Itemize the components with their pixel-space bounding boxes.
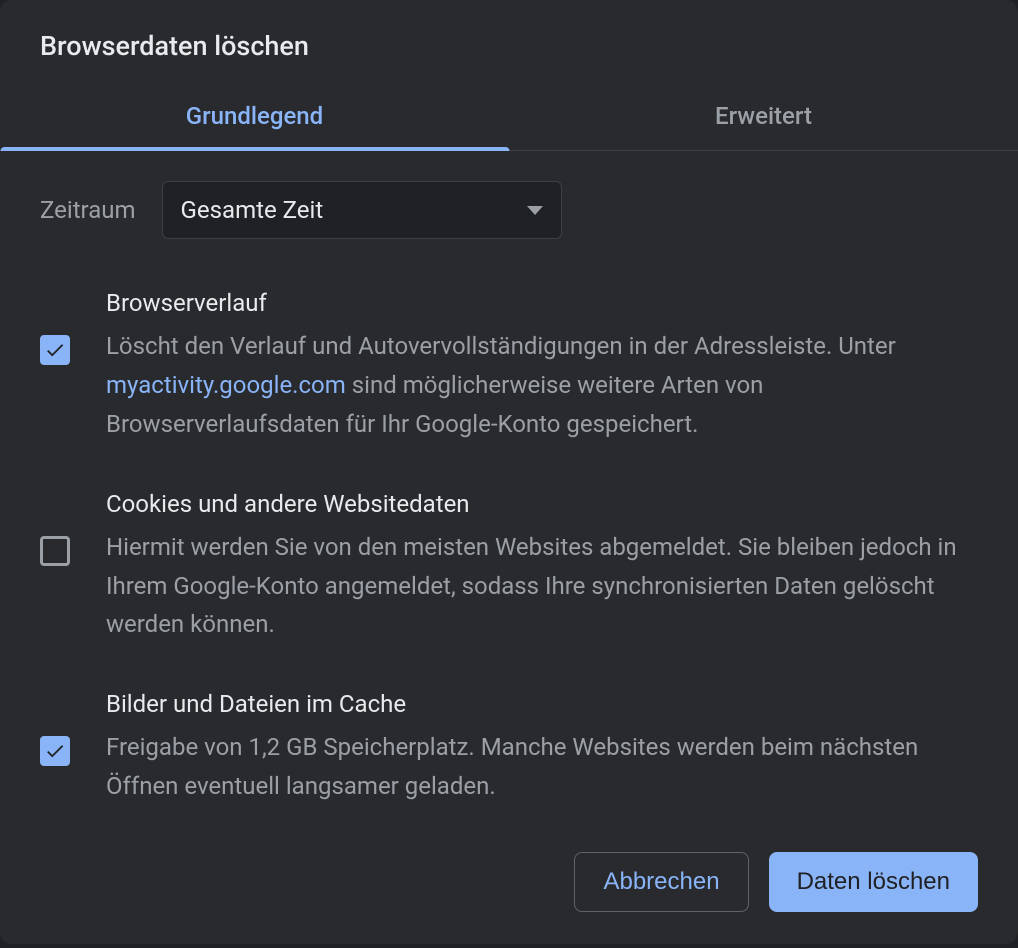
checkbox-cache[interactable] <box>40 736 70 766</box>
desc-before: Löscht den Verlauf und Autovervollständi… <box>106 332 896 360</box>
clear-browsing-data-dialog: Browserdaten löschen Grundlegend Erweite… <box>0 0 1018 944</box>
option-desc: Freigabe von 1,2 GB Speicherplatz. Manch… <box>106 728 978 806</box>
dialog-footer: Abbrechen Daten löschen <box>0 852 1018 948</box>
time-range-value: Gesamte Zeit <box>181 196 324 224</box>
time-range-label: Zeitraum <box>40 196 136 224</box>
dialog-content: Zeitraum Gesamte Zeit Browserverlauf Lös… <box>0 151 1018 852</box>
tab-advanced[interactable]: Erweitert <box>509 84 1018 150</box>
myactivity-link[interactable]: myactivity.google.com <box>106 371 346 399</box>
checkbox-browsing-history[interactable] <box>40 335 70 365</box>
option-desc: Löscht den Verlauf und Autovervollständi… <box>106 327 978 444</box>
time-range-select[interactable]: Gesamte Zeit <box>162 181 562 239</box>
clear-data-button[interactable]: Daten löschen <box>769 852 978 912</box>
tabs: Grundlegend Erweitert <box>0 84 1018 151</box>
cancel-button[interactable]: Abbrechen <box>574 852 748 912</box>
option-text: Bilder und Dateien im Cache Freigabe von… <box>106 690 978 806</box>
option-text: Browserverlauf Löscht den Verlauf und Au… <box>106 289 978 444</box>
check-icon <box>44 339 66 361</box>
option-title: Cookies und andere Websitedaten <box>106 490 978 518</box>
option-text: Cookies und andere Websitedaten Hiermit … <box>106 490 978 645</box>
option-title: Bilder und Dateien im Cache <box>106 690 978 718</box>
dialog-title: Browserdaten löschen <box>0 0 1018 84</box>
option-cache: Bilder und Dateien im Cache Freigabe von… <box>40 690 978 806</box>
time-range-row: Zeitraum Gesamte Zeit <box>40 181 978 239</box>
check-icon <box>44 740 66 762</box>
tab-basic-label: Grundlegend <box>186 102 323 130</box>
checkbox-cookies[interactable] <box>40 536 70 566</box>
tab-basic[interactable]: Grundlegend <box>0 84 509 150</box>
tab-advanced-label: Erweitert <box>715 102 812 130</box>
option-desc: Hiermit werden Sie von den meisten Websi… <box>106 528 978 645</box>
option-title: Browserverlauf <box>106 289 978 317</box>
option-browsing-history: Browserverlauf Löscht den Verlauf und Au… <box>40 289 978 444</box>
option-cookies: Cookies und andere Websitedaten Hiermit … <box>40 490 978 645</box>
chevron-down-icon <box>527 206 543 215</box>
